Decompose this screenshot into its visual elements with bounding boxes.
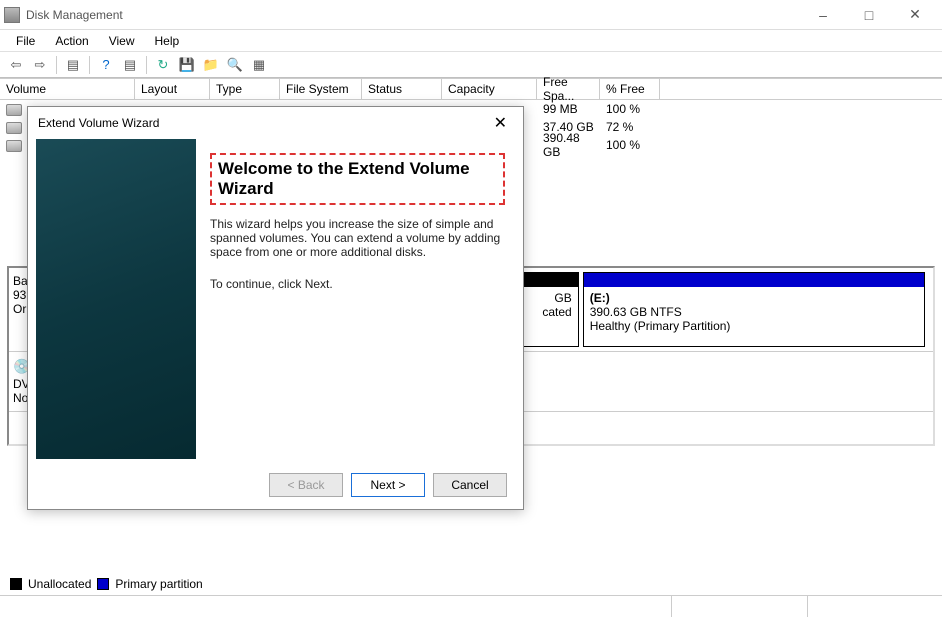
cell-pfree: 100 % [600, 102, 660, 116]
list-icon[interactable]: ▤ [120, 55, 140, 75]
forward-icon[interactable]: ⇨ [30, 55, 50, 75]
partition-label: (E:) [590, 291, 918, 305]
toolbar: ⇦ ⇨ ▤ ? ▤ ↻ 💾 📁 🔍 ▦ [0, 52, 942, 78]
back-button: < Back [269, 473, 343, 497]
partition-header [584, 273, 924, 287]
menubar: File Action View Help [0, 30, 942, 52]
partition-body: (E:) 390.63 GB NTFS Healthy (Primary Par… [584, 287, 924, 346]
window-controls: – □ ✕ [800, 0, 938, 30]
tool-icon[interactable]: ▦ [249, 55, 269, 75]
partition-e[interactable]: (E:) 390.63 GB NTFS Healthy (Primary Par… [583, 272, 925, 347]
toolbar-separator [146, 56, 147, 74]
volume-icon [6, 140, 22, 152]
next-button[interactable]: Next > [351, 473, 425, 497]
minimize-button[interactable]: – [800, 0, 846, 30]
back-icon[interactable]: ⇦ [6, 55, 26, 75]
col-volume[interactable]: Volume [0, 79, 135, 99]
extend-volume-wizard: Extend Volume Wizard ✕ Welcome to the Ex… [27, 106, 524, 510]
status-seg [0, 596, 672, 617]
menu-action[interactable]: Action [45, 32, 98, 50]
help-icon[interactable]: ? [96, 55, 116, 75]
col-capacity[interactable]: Capacity [442, 79, 537, 99]
volume-icon [6, 122, 22, 134]
partition-status: Healthy (Primary Partition) [590, 319, 918, 333]
menu-file[interactable]: File [6, 32, 45, 50]
legend-unallocated: Unallocated [28, 577, 91, 591]
col-layout[interactable]: Layout [135, 79, 210, 99]
wizard-title-text: Extend Volume Wizard [38, 116, 159, 130]
status-seg [808, 596, 942, 617]
wizard-description: This wizard helps you increase the size … [210, 217, 505, 259]
menu-view[interactable]: View [99, 32, 145, 50]
statusbar [0, 595, 942, 617]
cell-free: 390.48 GB [537, 131, 600, 159]
wizard-heading: Welcome to the Extend Volume Wizard [210, 153, 505, 205]
wizard-main: Welcome to the Extend Volume Wizard This… [196, 139, 523, 459]
partition-size: 390.63 GB NTFS [590, 305, 918, 319]
legend-primary: Primary partition [115, 577, 202, 591]
volume-column-header: Volume Layout Type File System Status Ca… [0, 78, 942, 100]
menu-help[interactable]: Help [145, 32, 190, 50]
wizard-continue-text: To continue, click Next. [210, 277, 505, 291]
cancel-button[interactable]: Cancel [433, 473, 507, 497]
search-icon[interactable]: 🔍 [225, 55, 245, 75]
cell-free: 99 MB [537, 102, 600, 116]
cell-pfree: 72 % [600, 120, 660, 134]
wizard-side-graphic [36, 139, 196, 459]
status-seg [672, 596, 807, 617]
close-icon[interactable]: ✕ [488, 113, 513, 133]
col-spacer [660, 79, 942, 99]
col-status[interactable]: Status [362, 79, 442, 99]
wizard-body: Welcome to the Extend Volume Wizard This… [28, 139, 523, 459]
maximize-button[interactable]: □ [846, 0, 892, 30]
col-percent-free[interactable]: % Free [600, 79, 660, 99]
legend: Unallocated Primary partition [10, 577, 203, 591]
cell-pfree: 100 % [600, 138, 660, 152]
col-freespace[interactable]: Free Spa... [537, 79, 600, 99]
swatch-primary [97, 578, 109, 590]
drive-icon[interactable]: 💾 [177, 55, 197, 75]
titlebar: Disk Management – □ ✕ [0, 0, 942, 30]
wizard-footer: < Back Next > Cancel [28, 459, 523, 511]
col-type[interactable]: Type [210, 79, 280, 99]
col-filesystem[interactable]: File System [280, 79, 362, 99]
toolbar-separator [56, 56, 57, 74]
toolbar-separator [89, 56, 90, 74]
app-icon [4, 7, 20, 23]
close-button[interactable]: ✕ [892, 0, 938, 30]
folder-icon[interactable]: 📁 [201, 55, 221, 75]
swatch-unallocated [10, 578, 22, 590]
panel-icon[interactable]: ▤ [63, 55, 83, 75]
wizard-titlebar: Extend Volume Wizard ✕ [28, 107, 523, 139]
app-title: Disk Management [26, 8, 800, 22]
volume-icon [6, 104, 22, 116]
refresh-icon[interactable]: ↻ [153, 55, 173, 75]
